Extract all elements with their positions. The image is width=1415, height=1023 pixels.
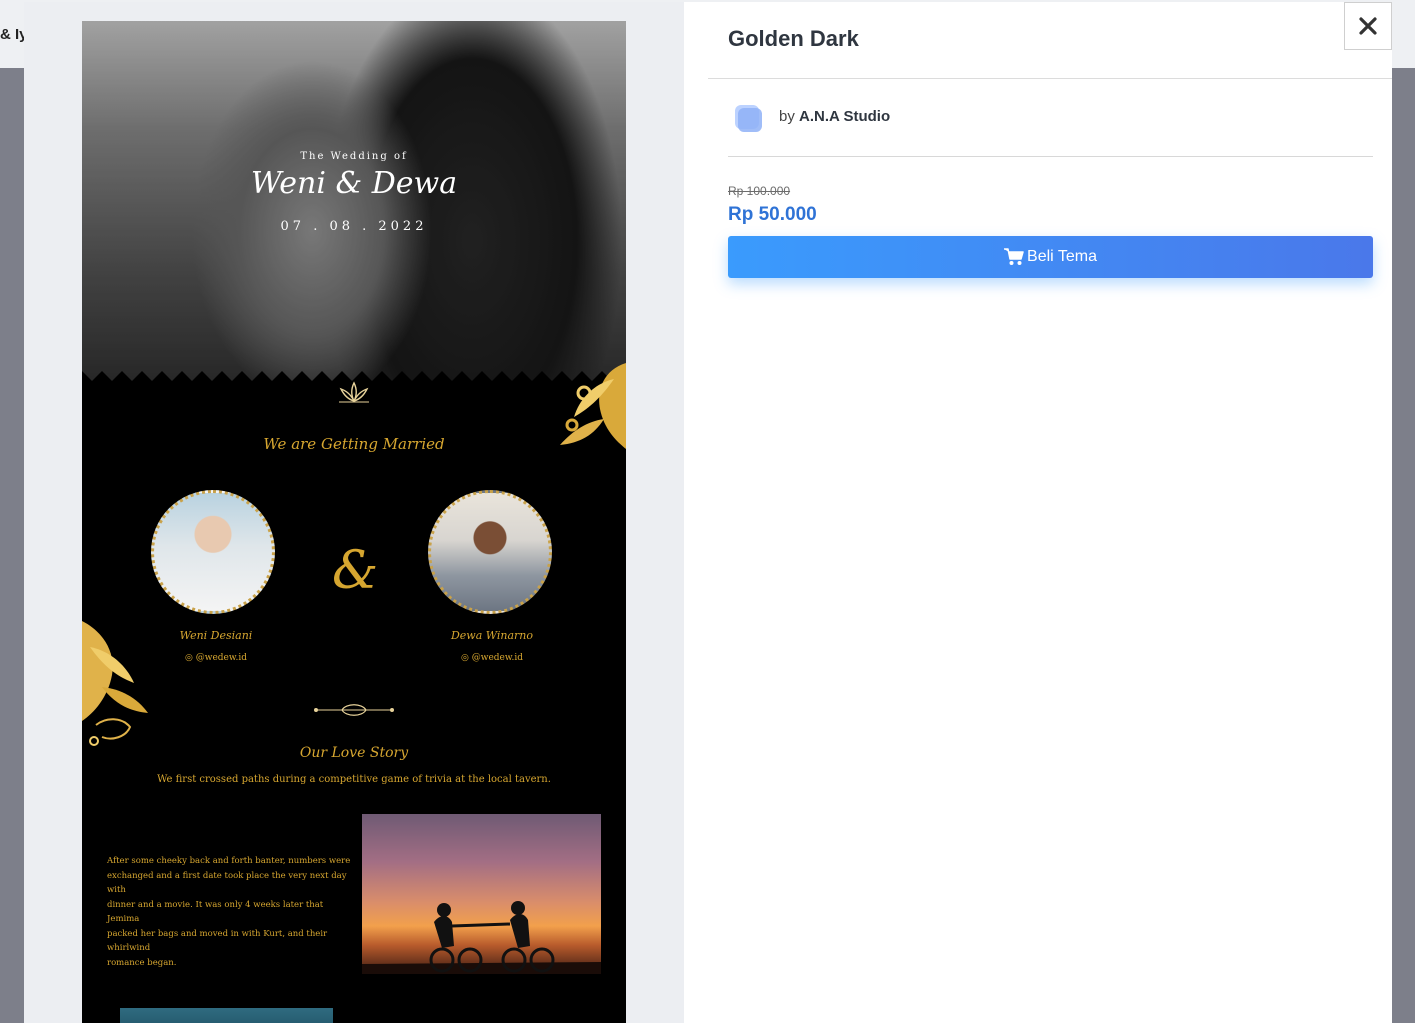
- close-button[interactable]: [1344, 2, 1392, 50]
- love-story-subtitle: We first crossed paths during a competit…: [157, 774, 551, 785]
- scroll-divider-icon: [314, 704, 394, 716]
- hero-photo: The Wedding of Weni & Dewa 07 . 08 . 202…: [82, 21, 626, 381]
- theme-details-panel: Golden Dark by A.N.A Studio Rp 100.000 R…: [708, 2, 1392, 1023]
- gallery-photo: [120, 1008, 333, 1023]
- hero-date: 07 . 08 . 2022: [280, 219, 428, 234]
- theme-preview-modal: The Wedding of Weni & Dewa 07 . 08 . 202…: [24, 2, 1392, 1023]
- groom-name: Dewa Winarno: [450, 629, 534, 642]
- hero-overlay: [82, 21, 626, 381]
- love-story-line: packed her bags and moved in with Kurt, …: [107, 928, 328, 954]
- buy-theme-label: Beli Tema: [1027, 248, 1097, 265]
- cyclists-silhouette-icon: [362, 901, 601, 974]
- groom-instagram[interactable]: ◎ @wedew.id: [392, 653, 592, 663]
- author-name[interactable]: A.N.A Studio: [799, 108, 890, 125]
- ampersand: &: [332, 541, 379, 601]
- sale-price: Rp 50.000: [728, 204, 817, 225]
- bride-handle: @wedew.id: [195, 653, 247, 663]
- love-story-line: exchanged and a first date took place th…: [107, 870, 347, 896]
- hero-the-wedding-of: The Wedding of: [300, 151, 408, 162]
- header-divider: [708, 78, 1392, 79]
- love-story-title: Our Love Story: [299, 745, 409, 761]
- getting-married-heading: We are Getting Married: [263, 435, 445, 453]
- author-info: by A.N.A Studio: [779, 108, 890, 125]
- author-prefix: by: [779, 108, 795, 125]
- bride-photo: [151, 490, 275, 614]
- sunset-couple-photo: [362, 814, 601, 974]
- love-story-text: After some cheeky back and forth banter,…: [107, 854, 352, 970]
- hero-couple-names: Weni & Dewa: [250, 166, 458, 201]
- love-story-line: romance began.: [107, 957, 177, 968]
- groom-handle: @wedew.id: [471, 653, 523, 663]
- preview-area[interactable]: The Wedding of Weni & Dewa 07 . 08 . 202…: [24, 2, 684, 1023]
- shopping-cart-icon: [1004, 248, 1024, 265]
- instagram-icon: ◎: [461, 653, 469, 663]
- buy-theme-button[interactable]: Beli Tema: [728, 236, 1373, 278]
- original-price: Rp 100.000: [728, 184, 791, 198]
- author-logo-icon: [735, 105, 762, 132]
- lotus-ornament-icon: [339, 381, 369, 403]
- instagram-icon: ◎: [185, 653, 193, 663]
- close-icon: [1359, 17, 1377, 35]
- zigzag-divider: [82, 371, 626, 383]
- gold-floral-side-icon: [82, 621, 148, 746]
- love-story-line: dinner and a movie. It was only 4 weeks …: [107, 899, 324, 925]
- groom-photo: [428, 490, 552, 614]
- theme-title: Golden Dark: [728, 26, 859, 51]
- love-story-line: After some cheeky back and forth banter,…: [107, 856, 351, 866]
- invitation-preview: The Wedding of Weni & Dewa 07 . 08 . 202…: [82, 21, 626, 1023]
- author-divider: [728, 156, 1373, 157]
